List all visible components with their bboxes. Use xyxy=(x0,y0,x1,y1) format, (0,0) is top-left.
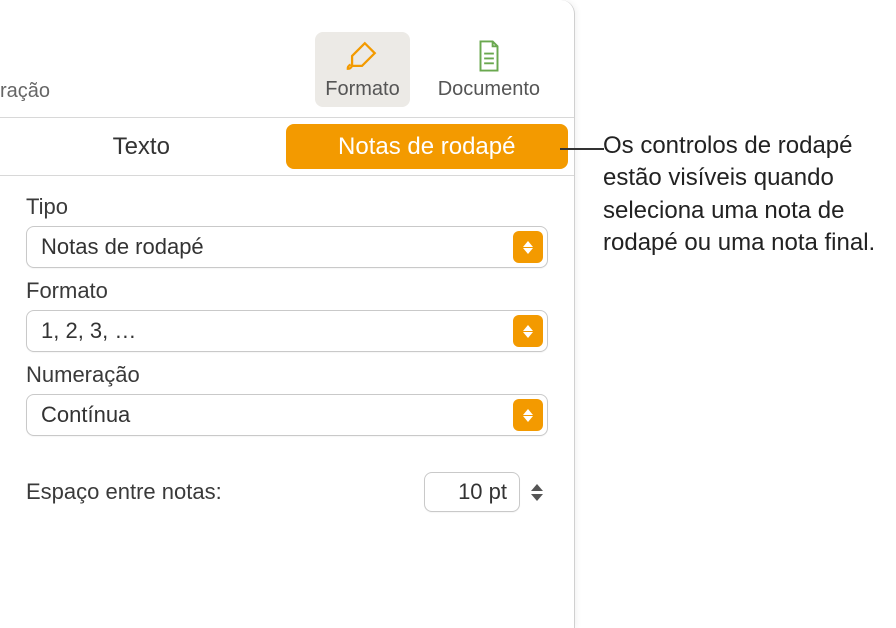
chevron-up-icon xyxy=(531,484,543,491)
numbering-select[interactable]: Contínua xyxy=(26,394,548,436)
type-label: Tipo xyxy=(26,194,548,220)
type-select-value: Notas de rodapé xyxy=(41,234,513,260)
type-field: Tipo Notas de rodapé xyxy=(26,194,548,268)
tabs: Texto Notas de rodapé xyxy=(0,118,574,176)
spacing-row: Espaço entre notas: xyxy=(26,472,548,512)
toolbar-right-group: Formato Documento xyxy=(315,32,550,107)
document-icon xyxy=(471,38,507,74)
format-select[interactable]: 1, 2, 3, … xyxy=(26,310,548,352)
toolbar-left-fragment: ração xyxy=(0,80,50,103)
document-toolbar-label: Documento xyxy=(438,78,540,101)
format-select-value: 1, 2, 3, … xyxy=(41,318,513,344)
tab-text[interactable]: Texto xyxy=(0,118,283,175)
updown-icon xyxy=(513,315,543,347)
inspector-panel: ração Formato xyxy=(0,0,575,628)
document-toolbar-button[interactable]: Documento xyxy=(428,32,550,107)
format-field: Formato 1, 2, 3, … xyxy=(26,278,548,352)
numbering-select-value: Contínua xyxy=(41,402,513,428)
chevron-down-icon xyxy=(531,494,543,501)
numbering-label: Numeração xyxy=(26,362,548,388)
content-area: Tipo Notas de rodapé Formato 1, 2, 3, … … xyxy=(0,176,574,512)
paintbrush-icon xyxy=(344,38,380,74)
tab-text-label: Texto xyxy=(113,133,170,161)
stepper-arrows[interactable] xyxy=(526,472,548,512)
format-label: Formato xyxy=(26,278,548,304)
updown-icon xyxy=(513,399,543,431)
updown-icon xyxy=(513,231,543,263)
type-select[interactable]: Notas de rodapé xyxy=(26,226,548,268)
tab-footnotes[interactable]: Notas de rodapé xyxy=(286,124,569,169)
format-toolbar-button[interactable]: Formato xyxy=(315,32,409,107)
tab-footnotes-label: Notas de rodapé xyxy=(338,133,515,161)
spacing-stepper xyxy=(424,472,548,512)
format-toolbar-label: Formato xyxy=(325,78,399,101)
callout-text: Os controlos de rodapé estão visíveis qu… xyxy=(603,130,893,260)
callout-leader-line xyxy=(560,148,604,150)
numbering-field: Numeração Contínua xyxy=(26,362,548,436)
toolbar: ração Formato xyxy=(0,0,574,118)
spacing-label: Espaço entre notas: xyxy=(26,479,222,505)
spacing-input[interactable] xyxy=(424,472,520,512)
